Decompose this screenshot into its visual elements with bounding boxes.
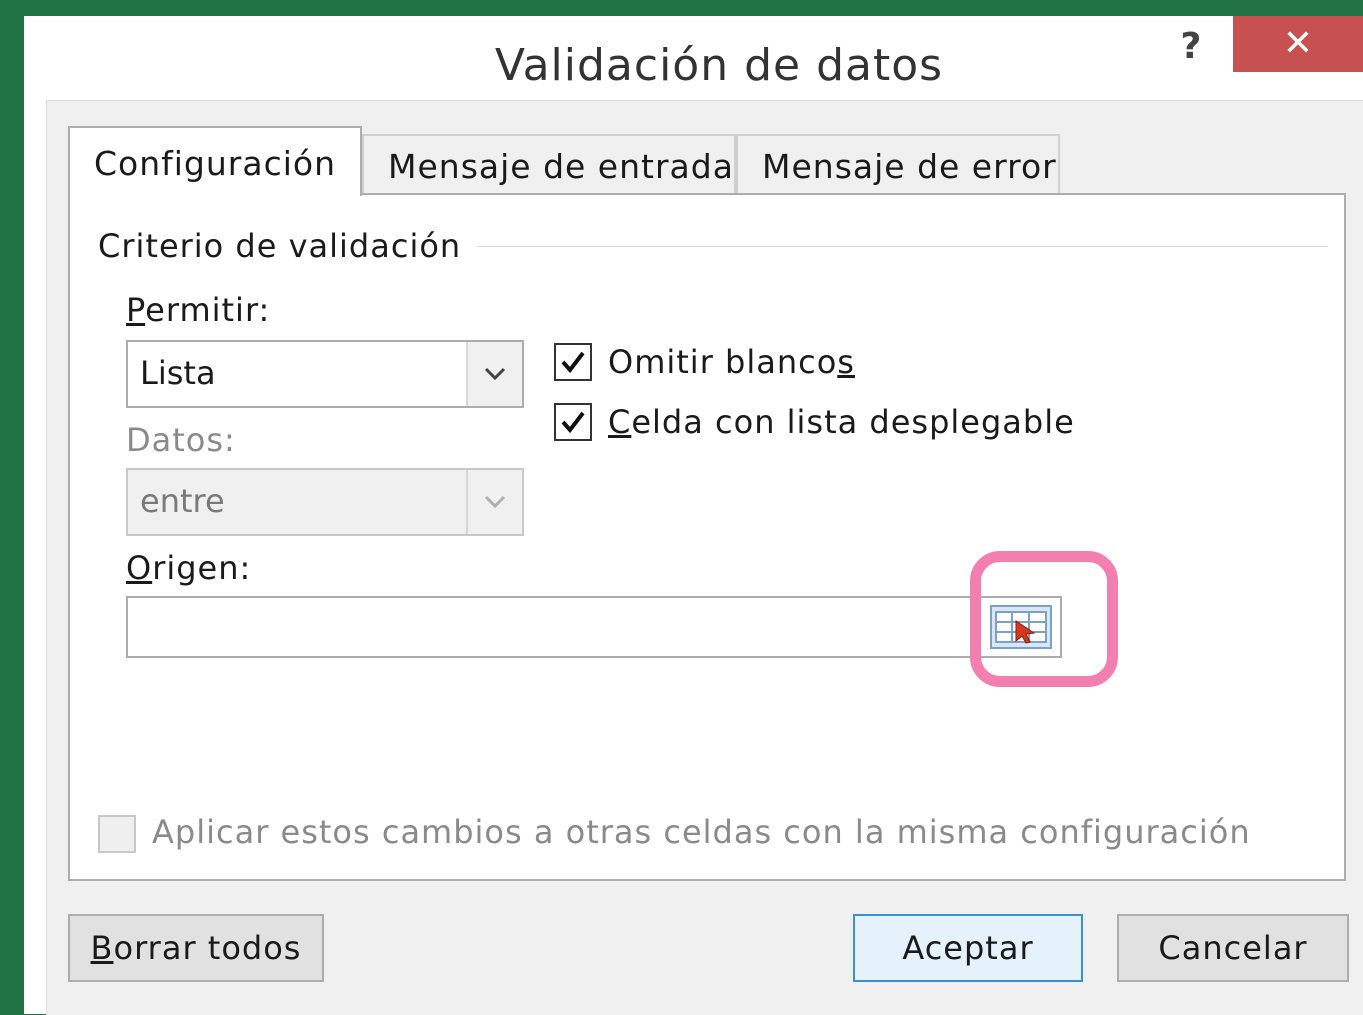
tab-label: Configuración [94,144,337,183]
in-cell-dropdown-label[interactable]: Celda con lista desplegable [608,403,1075,441]
group-divider [456,246,1328,247]
ignore-blank-checkbox[interactable] [554,343,592,381]
checkmark-icon [561,351,585,374]
close-button[interactable]: ✕ [1233,16,1363,72]
allow-dropdown[interactable]: Lista [126,340,524,408]
tab-label: Mensaje de entrada [388,147,734,186]
ok-button[interactable]: Aceptar [853,914,1083,982]
source-input[interactable] [126,596,966,658]
allow-label: Permitir: [126,291,271,329]
apply-all-checkbox [98,815,136,853]
data-validation-dialog: Validación de datos ? ✕ Configuración Me… [24,16,1363,1015]
chevron-down-icon [466,342,522,406]
allow-value: Lista [140,354,216,392]
chevron-down-icon [466,470,522,534]
range-selector-button[interactable] [966,596,1062,658]
apply-all-label: Aplicar estos cambios a otras celdas con… [152,813,1251,851]
dialog-title: Validación de datos [494,40,944,91]
cancel-button[interactable]: Cancelar [1117,914,1349,982]
tab-mensaje-error[interactable]: Mensaje de error [736,134,1060,194]
data-dropdown: entre [126,468,524,536]
ignore-blank-label[interactable]: Omitir blancos [608,343,855,381]
source-label: Origen: [126,549,252,587]
clear-all-button[interactable]: Borrar todos [68,914,324,982]
checkmark-icon [561,411,585,434]
tab-mensaje-entrada[interactable]: Mensaje de entrada [362,134,736,194]
close-icon: ✕ [1282,23,1314,64]
collapse-dialog-icon [990,605,1052,649]
tab-configuracion[interactable]: Configuración [68,126,362,196]
validation-criteria-title: Criterio de validación [98,227,478,265]
in-cell-dropdown-checkbox[interactable] [554,403,592,441]
settings-panel: Criterio de validación Permitir: Lista D… [68,193,1346,881]
data-value: entre [140,482,225,520]
help-button[interactable]: ? [1176,26,1206,67]
tab-label: Mensaje de error [762,147,1057,186]
data-label: Datos: [126,421,236,459]
